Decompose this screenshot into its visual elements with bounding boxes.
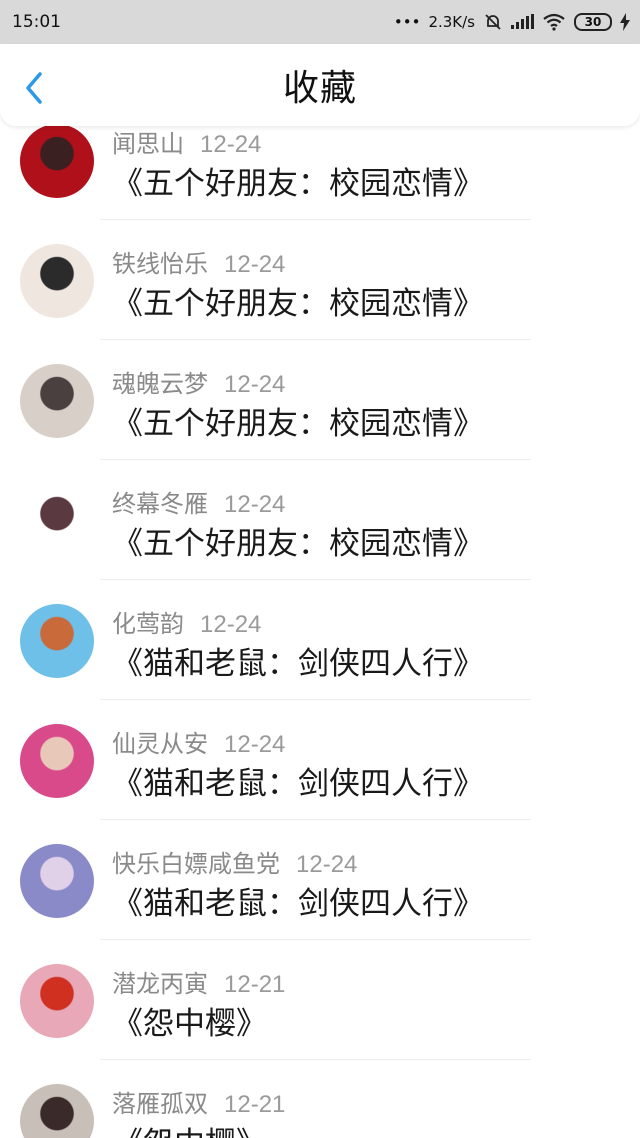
username[interactable]: 落雁孤双 (112, 1090, 208, 1118)
avatar[interactable] (20, 964, 94, 1038)
username[interactable]: 化莺韵 (112, 610, 184, 638)
avatar[interactable] (20, 124, 94, 198)
work-title[interactable]: 《五个好朋友：校园恋情》 (112, 158, 484, 203)
username[interactable]: 魂魄云梦 (112, 370, 208, 398)
network-speed: 2.3K/s (428, 13, 475, 31)
item-meta: 快乐白嫖咸鱼党 12-24 (112, 844, 357, 879)
item-meta: 化莺韵 12-24 (112, 604, 261, 639)
avatar[interactable] (20, 364, 94, 438)
status-bar: 15:01 ••• 2.3K/s 30 (0, 0, 640, 44)
item-meta: 铁线怡乐 12-24 (112, 244, 285, 279)
post-date: 12-24 (224, 251, 286, 278)
avatar[interactable] (20, 604, 94, 678)
charging-icon (620, 13, 630, 31)
username[interactable]: 潜龙丙寅 (112, 970, 208, 998)
work-title[interactable]: 《猫和老鼠：剑侠四人行》 (112, 758, 484, 803)
username[interactable]: 终幕冬雁 (112, 490, 208, 518)
username[interactable]: 仙灵从安 (112, 730, 208, 758)
work-title[interactable]: 《猫和老鼠：剑侠四人行》 (112, 638, 484, 683)
list-item[interactable]: 铁线怡乐 12-24 《五个好朋友：校园恋情》 (0, 220, 640, 340)
top-bar: 收藏 (0, 44, 640, 126)
mute-bell-icon (485, 14, 501, 30)
work-title[interactable]: 《怨中樱》 (112, 1118, 267, 1138)
cell-signal-icon (511, 14, 534, 29)
avatar[interactable] (20, 484, 94, 558)
post-date: 12-24 (200, 611, 262, 638)
list-item[interactable]: 潜龙丙寅 12-21 《怨中樱》 (0, 940, 640, 1060)
work-title[interactable]: 《五个好朋友：校园恋情》 (112, 398, 484, 443)
post-date: 12-21 (224, 971, 286, 998)
page-title: 收藏 (282, 68, 357, 109)
item-meta: 魂魄云梦 12-24 (112, 364, 285, 399)
item-meta: 潜龙丙寅 12-21 (112, 964, 285, 999)
status-icons: ••• 2.3K/s 30 (394, 12, 630, 32)
username[interactable]: 闻思山 (112, 130, 184, 158)
item-meta: 落雁孤双 12-21 (112, 1084, 285, 1119)
avatar[interactable] (20, 244, 94, 318)
avatar[interactable] (20, 724, 94, 798)
list-item[interactable]: 落雁孤双 12-21《怨中樱》 (0, 1060, 640, 1138)
post-date: 12-24 (200, 131, 262, 158)
avatar[interactable] (20, 1084, 94, 1138)
favorites-list: 闻思山 12-24 《五个好朋友：校园恋情》 铁线怡乐 12-24 《五个好朋友：校园恋情… (0, 100, 640, 1138)
wifi-icon (543, 13, 565, 31)
avatar[interactable] (20, 844, 94, 918)
work-title[interactable]: 《五个好朋友：校园恋情》 (112, 278, 484, 323)
list-item[interactable]: 快乐白嫖咸鱼党 12-24 《猫和老鼠：剑侠四人行》 (0, 820, 640, 940)
post-date: 12-21 (224, 1091, 286, 1118)
post-date: 12-24 (224, 731, 286, 758)
post-date: 12-24 (296, 851, 358, 878)
username[interactable]: 快乐白嫖咸鱼党 (112, 850, 280, 878)
status-time: 15:01 (12, 12, 61, 32)
list-item[interactable]: 化莺韵 12-24 《猫和老鼠：剑侠四人行》 (0, 580, 640, 700)
list-item[interactable]: 仙灵从安 12-24 《猫和老鼠：剑侠四人行》 (0, 700, 640, 820)
item-meta: 闻思山 12-24 (112, 124, 261, 159)
list-item[interactable]: 终幕冬雁 12-24 《五个好朋友：校园恋情》 (0, 460, 640, 580)
battery-icon: 30 (574, 13, 612, 31)
status-dots: ••• (393, 13, 421, 31)
username[interactable]: 铁线怡乐 (112, 250, 208, 278)
post-date: 12-24 (224, 491, 286, 518)
back-arrow-icon[interactable] (22, 70, 48, 106)
work-title[interactable]: 《怨中樱》 (112, 998, 267, 1043)
item-meta: 仙灵从安 12-24 (112, 724, 285, 759)
list-item[interactable]: 魂魄云梦 12-24 《五个好朋友：校园恋情》 (0, 340, 640, 460)
post-date: 12-24 (224, 371, 286, 398)
work-title[interactable]: 《五个好朋友：校园恋情》 (112, 518, 484, 563)
work-title[interactable]: 《猫和老鼠：剑侠四人行》 (112, 878, 484, 923)
item-meta: 终幕冬雁 12-24 (112, 484, 285, 519)
battery-level: 30 (584, 15, 602, 29)
